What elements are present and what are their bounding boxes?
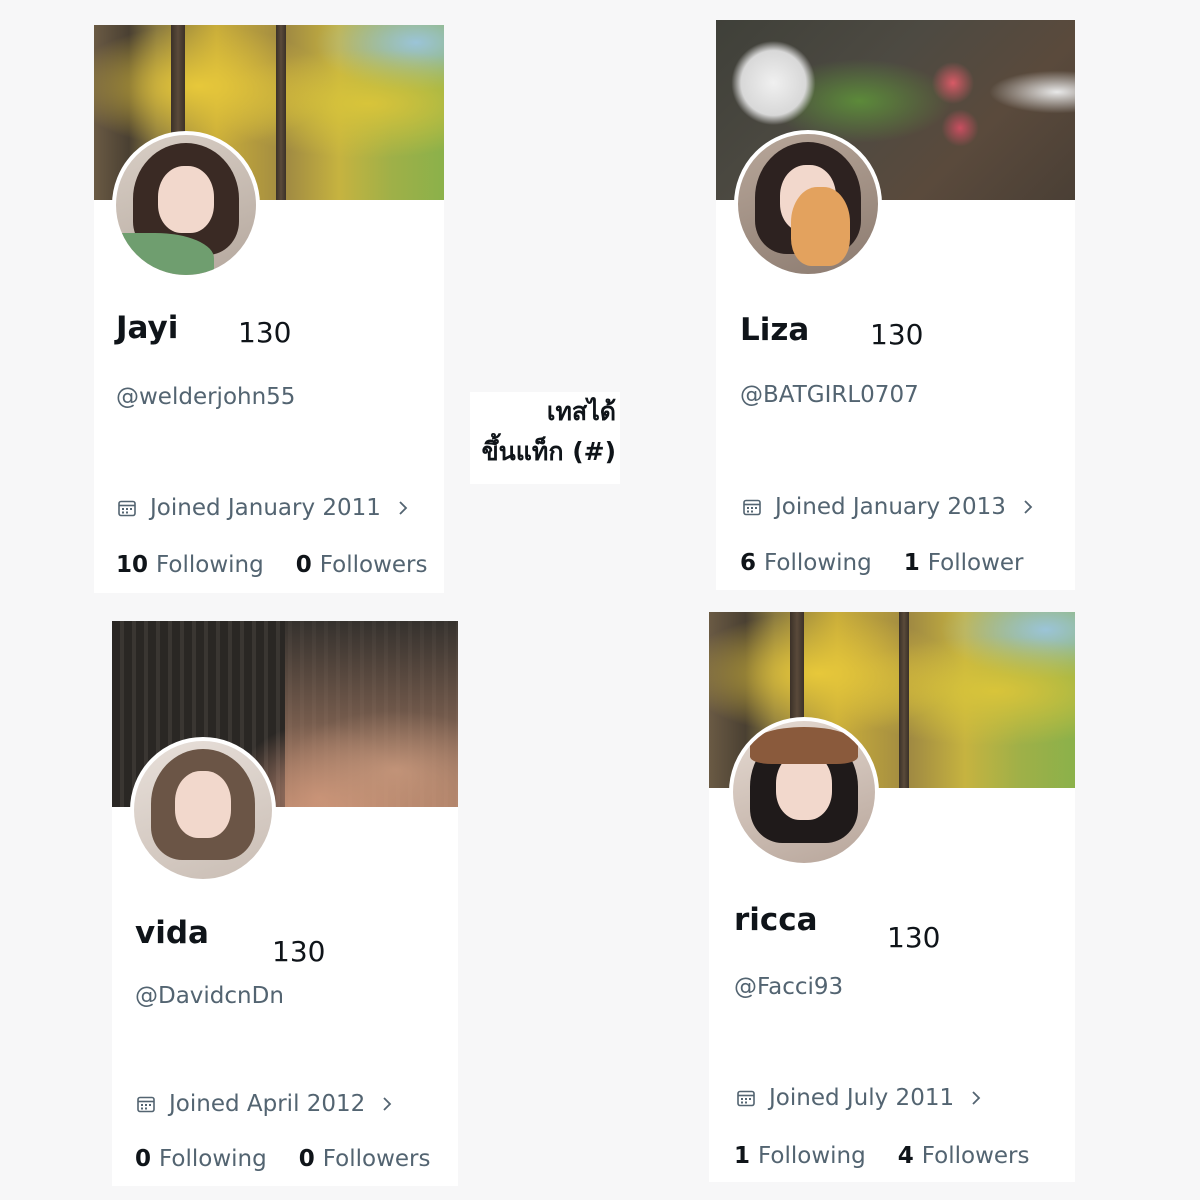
following-link[interactable]: 6 Following xyxy=(740,550,872,576)
joined-date[interactable]: Joined July 2011 xyxy=(737,1085,982,1111)
followers-link[interactable]: 1 Follower xyxy=(904,550,1024,576)
chevron-right-icon xyxy=(383,1097,392,1111)
profile-count: 130 xyxy=(870,318,924,351)
profile-count: 130 xyxy=(238,316,292,349)
followers-link[interactable]: 4 Followers xyxy=(898,1143,1030,1169)
joined-date[interactable]: Joined April 2012 xyxy=(137,1091,393,1117)
avatar[interactable] xyxy=(112,131,260,279)
joined-label: Joined April 2012 xyxy=(169,1091,366,1117)
chevron-right-icon xyxy=(399,501,408,515)
profile-count: 130 xyxy=(887,921,941,954)
avatar[interactable] xyxy=(734,130,882,278)
profile-name: ricca xyxy=(734,902,818,938)
chevron-right-icon xyxy=(972,1091,981,1105)
joined-label: Joined January 2011 xyxy=(150,495,381,521)
profile-handle: @BATGIRL0707 xyxy=(740,382,919,408)
profile-handle: @welderjohn55 xyxy=(116,384,296,410)
profile-card-ricca: ricca 130 @Facci93 Joined July 2011 1 Fol… xyxy=(709,612,1075,1182)
follow-stats: 0 Following 0 Followers xyxy=(135,1146,430,1172)
follow-stats: 1 Following 4 Followers xyxy=(734,1143,1029,1169)
follow-stats: 6 Following 1 Follower xyxy=(740,550,1024,576)
caption-line-2: ขึ้นแท็ก (#) xyxy=(481,437,616,466)
avatar[interactable] xyxy=(130,737,276,883)
joined-label: Joined January 2013 xyxy=(775,494,1006,520)
following-link[interactable]: 10 Following xyxy=(116,552,264,578)
chevron-right-icon xyxy=(1024,500,1033,514)
profile-name: vida xyxy=(135,915,209,951)
calendar-icon xyxy=(737,1090,755,1107)
calendar-icon xyxy=(743,499,761,516)
joined-date[interactable]: Joined January 2013 xyxy=(743,494,1034,520)
followers-link[interactable]: 0 Followers xyxy=(299,1146,431,1172)
followers-link[interactable]: 0 Followers xyxy=(296,552,428,578)
calendar-icon xyxy=(118,500,136,517)
joined-label: Joined July 2011 xyxy=(769,1085,955,1111)
following-link[interactable]: 0 Following xyxy=(135,1146,267,1172)
caption-box: เทสได้ ขึ้นแท็ก (#) xyxy=(470,392,620,484)
profile-handle: @DavidcnDn xyxy=(135,983,284,1009)
profile-card-jayi: Jayi 130 @welderjohn55 Joined January 20… xyxy=(94,25,444,593)
profile-name: Liza xyxy=(740,312,810,348)
profile-card-vida: vida 130 @DavidcnDn Joined April 2012 0F… xyxy=(112,621,458,1186)
following-link[interactable]: 1 Following xyxy=(734,1143,866,1169)
caption-line-1: เทสได้ xyxy=(546,397,616,426)
follow-stats: 10 Following 0 Followers xyxy=(116,552,427,578)
profile-handle: @Facci93 xyxy=(734,974,844,1000)
profile-card-liza: Liza 130 @BATGIRL0707 Joined January 201… xyxy=(716,20,1075,590)
profile-name: Jayi xyxy=(116,310,179,346)
joined-date[interactable]: Joined January 2011 xyxy=(118,495,409,521)
avatar[interactable] xyxy=(729,717,879,867)
profile-count: 130 xyxy=(272,935,326,968)
calendar-icon xyxy=(137,1096,155,1113)
